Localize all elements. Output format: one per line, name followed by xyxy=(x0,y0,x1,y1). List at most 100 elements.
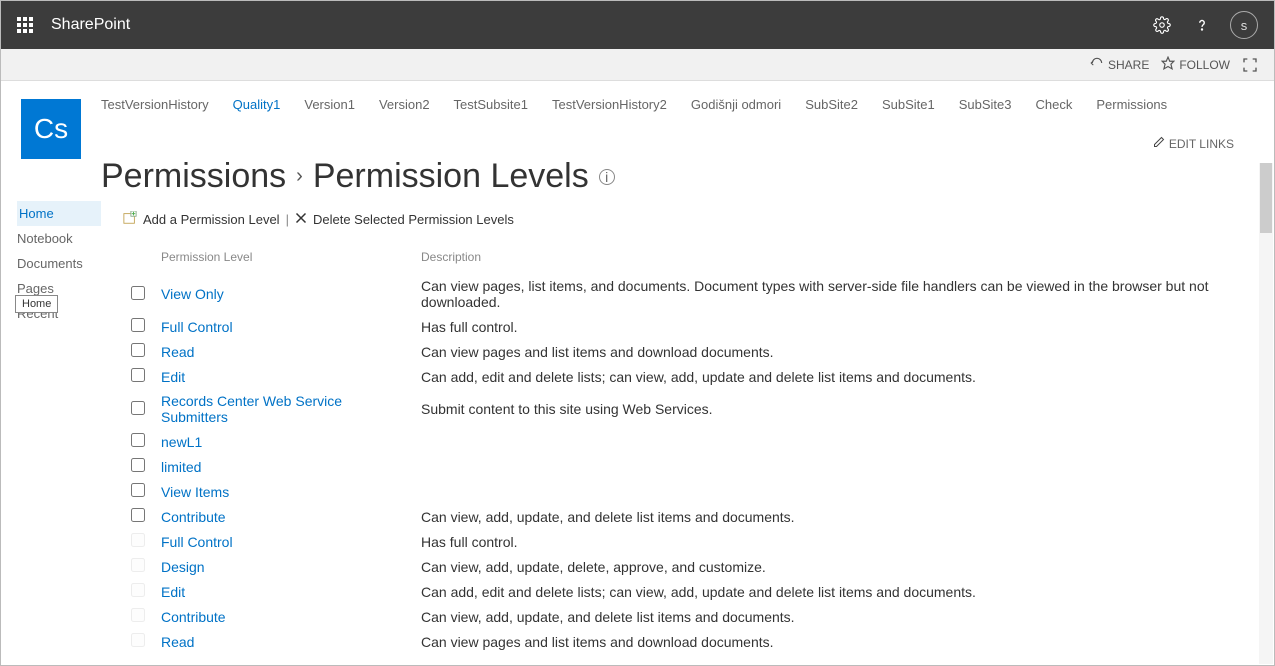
permission-level-link[interactable]: newL1 xyxy=(161,434,202,450)
ribbon-bar: SHARE FOLLOW xyxy=(1,49,1274,81)
table-row: Contribute Can view, add, update, and del… xyxy=(123,504,1244,529)
col-header-level: Permission Level xyxy=(153,246,413,274)
row-checkbox[interactable] xyxy=(131,343,145,357)
top-nav-item[interactable]: Check xyxy=(1036,97,1073,112)
info-icon[interactable]: i xyxy=(599,169,615,185)
top-nav: TestVersionHistory Quality1 Version1 Versio… xyxy=(101,97,1274,151)
row-checkbox xyxy=(131,558,145,572)
tooltip-home: Home xyxy=(15,295,58,313)
table-row: Read Can view pages and list items and do… xyxy=(123,339,1244,364)
edit-links-button[interactable]: EDIT LINKS xyxy=(1153,136,1234,151)
permission-description xyxy=(413,429,1244,454)
row-checkbox xyxy=(131,608,145,622)
permission-level-link[interactable]: Contribute xyxy=(161,509,226,525)
permission-description: Can view, add, update, and delete list i… xyxy=(413,504,1244,529)
scrollbar-thumb[interactable] xyxy=(1260,163,1272,233)
breadcrumb-permissions[interactable]: Permissions xyxy=(101,157,286,196)
page-title-current: Permission Levels xyxy=(313,157,589,196)
permission-description: Can add, edit and delete lists; can view… xyxy=(413,364,1244,389)
permission-description: Can view pages and list items and downlo… xyxy=(413,629,1244,654)
top-nav-item[interactable]: Quality1 xyxy=(233,97,281,112)
help-icon[interactable] xyxy=(1182,1,1222,49)
table-row: limited xyxy=(123,454,1244,479)
brand-label[interactable]: SharePoint xyxy=(51,16,130,34)
permission-description: Can view pages and list items and downlo… xyxy=(413,339,1244,364)
row-checkbox[interactable] xyxy=(131,401,145,415)
share-icon xyxy=(1090,56,1104,73)
top-nav-item[interactable]: TestSubsite1 xyxy=(454,97,528,112)
delete-icon xyxy=(295,212,307,227)
top-nav-item[interactable]: Version2 xyxy=(379,97,430,112)
permission-description: Can view pages, list items, and document… xyxy=(413,274,1244,314)
permission-level-link[interactable]: Full Control xyxy=(161,319,233,335)
toolbar: Add a Permission Level | Delete Selected… xyxy=(123,211,1244,228)
table-row: View Items xyxy=(123,479,1244,504)
permission-level-link[interactable]: Read xyxy=(161,634,194,650)
top-nav-item[interactable]: TestVersionHistory2 xyxy=(552,97,667,112)
permission-level-link[interactable]: limited xyxy=(161,459,201,475)
left-nav-item[interactable]: Documents xyxy=(17,251,101,276)
settings-gear-icon[interactable] xyxy=(1142,1,1182,49)
row-checkbox xyxy=(131,583,145,597)
permission-level-link[interactable]: View Items xyxy=(161,484,229,500)
top-nav-item[interactable]: SubSite3 xyxy=(959,97,1012,112)
row-checkbox[interactable] xyxy=(131,286,145,300)
row-checkbox[interactable] xyxy=(131,318,145,332)
star-icon xyxy=(1161,56,1175,73)
permission-description: Can view, add, update, and delete list i… xyxy=(413,604,1244,629)
share-button[interactable]: SHARE xyxy=(1090,56,1149,73)
permission-description: Has full control. xyxy=(413,529,1244,554)
table-row: View Only Can view pages, list items, and… xyxy=(123,274,1244,314)
share-label: SHARE xyxy=(1108,58,1149,72)
row-checkbox[interactable] xyxy=(131,458,145,472)
left-nav-item[interactable]: Notebook xyxy=(17,226,101,251)
permission-level-link[interactable]: View Only xyxy=(161,286,224,302)
chevron-right-icon: › xyxy=(296,165,303,188)
left-nav-item[interactable]: Home xyxy=(17,201,101,226)
permission-description xyxy=(413,479,1244,504)
table-row: Edit Can add, edit and delete lists; can … xyxy=(123,364,1244,389)
top-nav-item[interactable]: SubSite1 xyxy=(882,97,935,112)
vertical-scrollbar[interactable] xyxy=(1259,163,1273,664)
add-permission-level-button[interactable]: Add a Permission Level xyxy=(143,212,280,227)
permission-description xyxy=(413,454,1244,479)
permission-levels-table: Permission Level Description View Only Ca… xyxy=(123,246,1244,654)
top-nav-item[interactable]: Godišnji odmori xyxy=(691,97,781,112)
row-checkbox[interactable] xyxy=(131,508,145,522)
permission-level-link[interactable]: Records Center Web Service Submitters xyxy=(161,393,342,425)
table-row: Full Control Has full control. xyxy=(123,529,1244,554)
top-nav-item[interactable]: TestVersionHistory xyxy=(101,97,209,112)
row-checkbox xyxy=(131,633,145,647)
permission-description: Can view, add, update, delete, approve, … xyxy=(413,554,1244,579)
permission-level-link[interactable]: Edit xyxy=(161,584,185,600)
add-level-icon xyxy=(123,211,137,228)
follow-button[interactable]: FOLLOW xyxy=(1161,56,1230,73)
top-nav-item[interactable]: Version1 xyxy=(304,97,355,112)
table-row: Records Center Web Service SubmittersSub… xyxy=(123,389,1244,429)
table-row: Design Can view, add, update, delete, app… xyxy=(123,554,1244,579)
permission-level-link[interactable]: Contribute xyxy=(161,609,226,625)
table-row: Read Can view pages and list items and do… xyxy=(123,629,1244,654)
permission-level-link[interactable]: Read xyxy=(161,344,194,360)
delete-permission-levels-button[interactable]: Delete Selected Permission Levels xyxy=(313,212,514,227)
row-checkbox[interactable] xyxy=(131,483,145,497)
user-avatar[interactable]: s xyxy=(1230,11,1258,39)
follow-label: FOLLOW xyxy=(1179,58,1230,72)
table-row: Full Control Has full control. xyxy=(123,314,1244,339)
row-checkbox[interactable] xyxy=(131,368,145,382)
top-nav-item[interactable]: SubSite2 xyxy=(805,97,858,112)
top-nav-item[interactable]: Permissions xyxy=(1096,97,1167,112)
site-logo[interactable]: Cs xyxy=(21,99,81,159)
col-header-description: Description xyxy=(413,246,1244,274)
row-checkbox xyxy=(131,533,145,547)
table-row: EditCan add, edit and delete lists; can … xyxy=(123,579,1244,604)
edit-links-label: EDIT LINKS xyxy=(1169,137,1234,151)
row-checkbox[interactable] xyxy=(131,433,145,447)
permission-description: Has full control. xyxy=(413,314,1244,339)
permission-level-link[interactable]: Edit xyxy=(161,369,185,385)
app-launcher-icon[interactable] xyxy=(9,9,41,41)
focus-icon[interactable] xyxy=(1242,57,1258,73)
permission-level-link[interactable]: Full Control xyxy=(161,534,233,550)
permission-level-link[interactable]: Design xyxy=(161,559,205,575)
pencil-icon xyxy=(1153,136,1165,151)
